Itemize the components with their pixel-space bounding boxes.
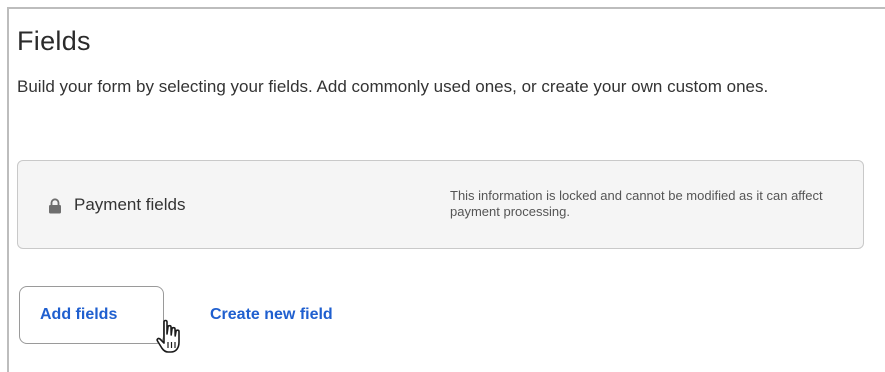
section-title: Fields	[17, 26, 91, 56]
lock-icon	[49, 198, 61, 214]
hand-pointer-icon	[156, 319, 180, 353]
add-fields-button[interactable]: Add fields	[19, 286, 164, 344]
payment-fields-label: Payment fields	[74, 195, 186, 214]
create-new-field-link[interactable]: Create new field	[210, 304, 333, 326]
locked-note: This information is locked and cannot be…	[450, 188, 823, 219]
section-description: Build your form by selecting your fields…	[17, 77, 769, 96]
payment-fields-card: Payment fields This information is locke…	[17, 160, 864, 249]
